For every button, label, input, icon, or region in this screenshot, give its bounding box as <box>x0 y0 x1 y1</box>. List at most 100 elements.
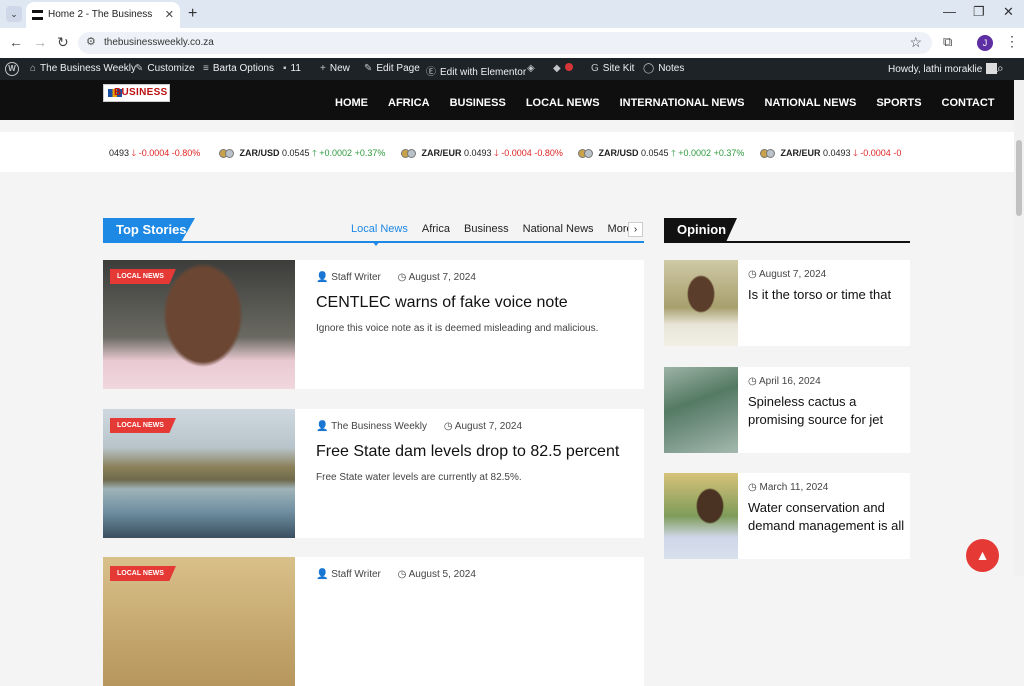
admin-edit-elementor[interactable]: Ⓔ Edit with Elementor <box>426 63 526 78</box>
wordpress-logo-icon[interactable]: W <box>5 62 19 76</box>
opinion-title[interactable]: Spineless cactus a promising source for … <box>748 393 906 429</box>
scrollbar-thumb[interactable] <box>1016 140 1022 216</box>
wp-admin-bar: W ⌂ The Business Weekly ✎ Customize ≡ Barta… <box>0 58 1024 80</box>
admin-comments[interactable]: ▪ 11 <box>283 63 301 74</box>
opinion-image[interactable] <box>664 473 738 559</box>
story-card[interactable]: LOCAL NEWS 👤 Staff Writer ◷ August 5, 20… <box>103 557 644 686</box>
admin-notes[interactable]: ◯ Notes <box>643 63 684 74</box>
down-arrow-icon: 🡓 <box>131 148 137 158</box>
admin-site-kit[interactable]: G Site Kit <box>591 63 634 74</box>
nav-home[interactable]: HOME <box>335 97 368 109</box>
down-arrow-icon: 🡓 <box>853 148 858 158</box>
diamond-icon: ◈ <box>527 63 535 74</box>
story-author[interactable]: The Business Weekly <box>331 421 427 432</box>
admin-site-name[interactable]: ⌂ The Business Weekly <box>30 63 136 74</box>
site-logo[interactable]: BUSINESS <box>103 84 170 102</box>
opinion-card[interactable]: ◷ March 11, 2024 Water conservation and … <box>664 473 910 559</box>
admin-howdy-label: Howdy, lathi moraklie <box>888 64 983 75</box>
ticker-item: 0493 🡓 -0.0004 -0.80% <box>109 146 200 162</box>
browser-tab-strip: ⌄ Home 2 - The Business Weekly ✕ + — ❐ ✕ <box>0 0 1024 46</box>
nav-local-news[interactable]: LOCAL NEWS <box>526 97 600 109</box>
user-icon: 👤 <box>316 272 329 283</box>
tab-local-news[interactable]: Local News <box>351 223 408 235</box>
ticker-pair: ZAR/USD <box>598 148 639 158</box>
address-bar[interactable]: ⚙ thebusinessweekly.co.za ☆ <box>78 32 932 54</box>
opinion-title[interactable]: Is it the torso or time that <box>748 286 906 304</box>
admin-account[interactable]: Howdy, lathi moraklie <box>888 63 998 75</box>
nav-national-news[interactable]: NATIONAL NEWS <box>764 97 856 109</box>
opinion-image[interactable] <box>664 260 738 346</box>
close-tab-icon[interactable]: ✕ <box>165 2 174 28</box>
category-badge[interactable]: LOCAL NEWS <box>110 566 176 581</box>
story-title[interactable]: Free State dam levels drop to 82.5 perce… <box>316 443 619 461</box>
page-scrollbar[interactable] <box>1014 80 1024 576</box>
nav-africa[interactable]: AFRICA <box>388 97 430 109</box>
opinion-card[interactable]: ◷ August 7, 2024 Is it the torso or time… <box>664 260 910 346</box>
site-info-icon[interactable]: ⚙ <box>86 35 96 48</box>
arrow-up-icon: ▲ <box>975 547 990 563</box>
flag-icon <box>407 149 416 158</box>
nav-international-news[interactable]: INTERNATIONAL NEWS <box>620 97 745 109</box>
user-icon: 👤 <box>316 421 329 432</box>
ticker-pct: -0.80% <box>171 148 201 158</box>
ticker-pair: ZAR/USD <box>239 148 280 158</box>
nav-sports[interactable]: SPORTS <box>876 97 921 109</box>
admin-diamond[interactable]: ◈ <box>527 63 539 74</box>
tab-business[interactable]: Business <box>464 223 509 235</box>
top-stories-heading: Top Stories <box>103 218 195 242</box>
extensions-icon[interactable]: ⧉ <box>943 34 952 50</box>
ticker-value: 0.0493 <box>823 148 851 158</box>
nav-contact[interactable]: CONTACT <box>942 97 995 109</box>
flag-icon <box>584 149 593 158</box>
admin-edit-page[interactable]: ✎ Edit Page <box>364 63 420 74</box>
category-badge[interactable]: LOCAL NEWS <box>110 269 176 284</box>
profile-avatar[interactable]: J <box>977 35 993 51</box>
admin-site-kit-label: Site Kit <box>602 63 635 74</box>
tab-search-dropdown-icon[interactable]: ⌄ <box>6 6 22 22</box>
new-tab-icon[interactable]: + <box>188 5 197 23</box>
opinion-card[interactable]: ◷ April 16, 2024 Spineless cactus a prom… <box>664 367 910 453</box>
opinion-title[interactable]: Water conservation and demand management… <box>748 499 906 535</box>
bookmark-star-icon[interactable]: ☆ <box>909 34 922 51</box>
admin-shield[interactable]: ◆ <box>553 63 573 74</box>
story-author[interactable]: Staff Writer <box>331 272 381 283</box>
admin-search-icon[interactable]: ⌕ <box>997 61 1004 76</box>
admin-new-label: New <box>329 63 350 74</box>
google-g-icon: G <box>591 63 599 74</box>
story-card[interactable]: LOCAL NEWS 👤 Staff Writer ◷ August 7, 20… <box>103 260 644 389</box>
chevron-right-icon[interactable]: › <box>628 222 643 237</box>
admin-barta-options[interactable]: ≡ Barta Options <box>203 63 274 74</box>
tab-national-news[interactable]: National News <box>523 223 594 235</box>
window-close-icon[interactable]: ✕ <box>1003 4 1014 20</box>
category-badge[interactable]: LOCAL NEWS <box>110 418 176 433</box>
restore-icon[interactable]: ❐ <box>973 4 985 20</box>
reload-icon[interactable]: ↻ <box>57 34 69 51</box>
back-icon[interactable]: ← <box>9 34 23 50</box>
browser-menu-icon[interactable]: ⋮ <box>1005 33 1019 50</box>
admin-new[interactable]: + New <box>320 63 350 74</box>
flag-icon <box>225 149 234 158</box>
opinion-meta: ◷ April 16, 2024 <box>748 376 821 387</box>
story-title[interactable]: CENTLEC warns of fake voice note <box>316 294 568 312</box>
ticker-value: 0493 <box>109 148 130 158</box>
story-author[interactable]: Staff Writer <box>331 569 381 580</box>
browser-tab[interactable]: Home 2 - The Business Weekly ✕ <box>26 2 180 46</box>
scroll-to-top-button[interactable]: ▲ <box>966 539 999 572</box>
forward-icon[interactable]: → <box>33 34 47 50</box>
nav-business[interactable]: BUSINESS <box>450 97 506 109</box>
admin-elementor-label: Edit with Elementor <box>440 67 527 78</box>
story-date: August 5, 2024 <box>408 569 476 580</box>
opinion-date: August 7, 2024 <box>758 269 827 280</box>
ticker-change: -0.0004 <box>138 148 170 158</box>
ticker-pct: +0.37% <box>354 148 386 158</box>
menu-lines-icon: ≡ <box>203 63 209 74</box>
admin-notes-label: Notes <box>658 63 685 74</box>
admin-customize[interactable]: ✎ Customize <box>135 63 195 74</box>
site-header: BUSINESS HOME AFRICA BUSINESS LOCAL NEWS INT… <box>0 80 1014 120</box>
minimize-icon[interactable]: — <box>943 4 956 19</box>
plus-icon: + <box>320 63 326 74</box>
story-card[interactable]: LOCAL NEWS 👤 The Business Weekly ◷ Augus… <box>103 409 644 538</box>
tab-africa[interactable]: Africa <box>422 223 450 235</box>
flag-icon <box>766 149 775 158</box>
opinion-image[interactable] <box>664 367 738 453</box>
